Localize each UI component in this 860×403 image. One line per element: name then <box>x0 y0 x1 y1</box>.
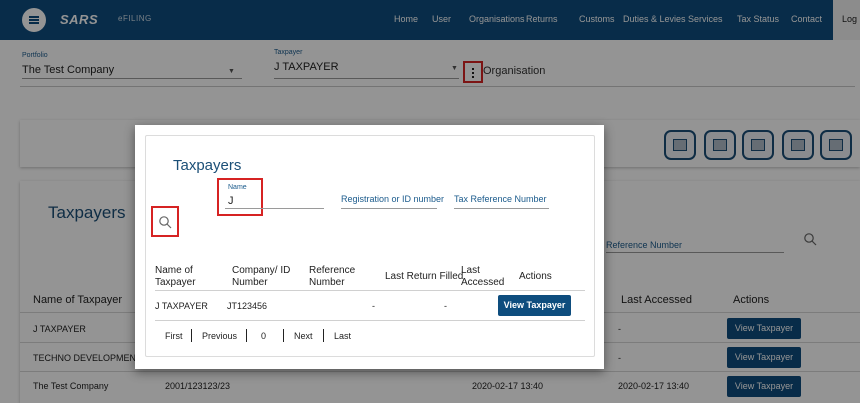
registration-id-input[interactable]: Registration or ID number <box>341 194 444 204</box>
table-header-divider <box>155 290 585 291</box>
modal-title: Taxpayers <box>173 157 242 174</box>
pagination-separator <box>191 329 192 342</box>
column-last-accessed-line2: Accessed <box>461 277 505 288</box>
pagination-last[interactable]: Last <box>334 331 351 341</box>
column-company-id-number: Company/ ID Number <box>232 265 290 289</box>
pagination-current-page[interactable]: 0 <box>261 331 266 341</box>
name-input-underline <box>225 208 324 209</box>
column-reference-number: Reference Number <box>309 265 355 289</box>
column-last-return-filled: Last Return Filled <box>385 271 464 282</box>
tax-reference-underline <box>454 208 549 209</box>
pagination-previous[interactable]: Previous <box>202 331 237 341</box>
column-name-line1: Name of <box>155 265 193 276</box>
pagination-separator <box>246 329 247 342</box>
search-icon[interactable] <box>158 215 172 229</box>
column-reference-line1: Reference <box>309 265 356 276</box>
row-reference: - <box>372 301 375 311</box>
column-company-line1: Company/ ID <box>232 265 291 276</box>
tax-reference-input[interactable]: Tax Reference Number <box>454 194 547 204</box>
column-actions: Actions <box>519 271 552 282</box>
pagination-first[interactable]: First <box>165 331 183 341</box>
column-name-line2: Taxpayer <box>155 277 196 288</box>
column-last-accessed-line1: Last <box>461 265 480 276</box>
column-reference-line2: Number <box>309 277 345 288</box>
column-name-of-taxpayer: Name of Taxpayer <box>155 265 196 289</box>
name-input[interactable]: J <box>228 195 234 207</box>
name-field-label: Name <box>228 184 247 191</box>
registration-underline <box>341 208 437 209</box>
view-taxpayer-button[interactable]: View Taxpayer <box>498 295 571 316</box>
pagination-separator <box>323 329 324 342</box>
column-last-accessed: Last Accessed <box>461 265 504 289</box>
row-taxpayer-name: J TAXPAYER <box>155 301 208 311</box>
row-last-return: - <box>444 301 447 311</box>
pagination-separator <box>283 329 284 342</box>
column-company-line2: Number <box>232 277 268 288</box>
table-row-divider <box>155 320 585 321</box>
taxpayer-search-modal: Taxpayers Name J Registration or ID numb… <box>135 125 604 369</box>
pagination-next[interactable]: Next <box>294 331 313 341</box>
row-company-id: JT123456 <box>227 301 268 311</box>
